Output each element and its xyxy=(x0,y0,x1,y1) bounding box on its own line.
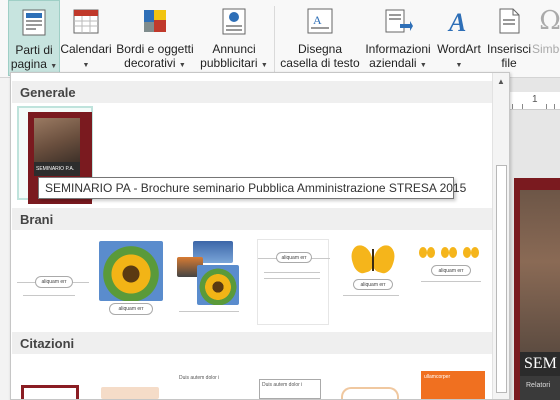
sunflower-image xyxy=(197,265,239,305)
ribbon-separator xyxy=(274,6,275,72)
category-header-brani: Brani xyxy=(12,208,492,230)
thumb-pill: aliquam err xyxy=(431,265,471,276)
butterfly-image xyxy=(419,247,435,259)
insert-file-icon xyxy=(499,8,520,34)
chevron-down-icon: ▼ xyxy=(82,62,90,69)
gallery-item-citazione[interactable] xyxy=(21,385,79,399)
info-line2: aziendali xyxy=(369,56,417,70)
citazione-text: ullamcorper xyxy=(424,374,451,380)
gallery-item-citazione[interactable]: Duis autem dolor i xyxy=(179,375,241,399)
chevron-down-icon: ▼ xyxy=(50,63,58,70)
citazione-text: Duis autem dolor i xyxy=(262,382,303,388)
ruler-tick xyxy=(512,104,513,109)
chevron-down-icon: ▼ xyxy=(260,62,268,69)
casella-line2: casella di testo xyxy=(280,56,360,70)
page-parts-gallery[interactable]: Generale SEMINARIO P.A. Brani aliquam er… xyxy=(10,72,510,400)
gallery-item-citazione[interactable] xyxy=(101,387,159,399)
seminario-photo xyxy=(34,118,80,162)
scroll-up-arrow-icon[interactable]: ▲ xyxy=(495,76,507,88)
gallery-item-brano[interactable]: aliquam err xyxy=(417,239,489,325)
inserisci-file-button[interactable]: Inserisci file xyxy=(484,0,534,76)
gallery-item-brano[interactable]: aliquam err xyxy=(97,239,169,325)
category-header-citazioni: Citazioni xyxy=(12,332,492,354)
svg-text:A: A xyxy=(447,8,466,36)
thumb-line xyxy=(421,281,481,282)
inserisci-line1: Inserisci xyxy=(486,42,531,56)
chevron-down-icon: ▼ xyxy=(178,62,186,69)
wordart-button[interactable]: A WordArt ▼ xyxy=(434,0,484,76)
advertisement-icon xyxy=(222,8,246,35)
gallery-item-brano[interactable]: aliquam err xyxy=(257,239,330,325)
business-info-icon xyxy=(385,9,413,33)
ruler-tick xyxy=(554,104,555,109)
gallery-item-brano[interactable]: aliquam err xyxy=(337,239,409,325)
annunci-button[interactable]: Annunci pubblicitari ▼ xyxy=(198,0,270,76)
ruler: 1 xyxy=(508,92,560,110)
thumb-line xyxy=(264,272,320,273)
wordart-label: WordArt xyxy=(437,42,481,56)
parti-line1: Parti di xyxy=(15,43,53,57)
calendari-label: Calendari xyxy=(60,42,112,56)
document-title: SEM xyxy=(520,352,560,376)
parti-line2: pagina xyxy=(10,57,47,71)
page-parts-icon xyxy=(22,9,46,36)
thumb-pill: aliquam err xyxy=(276,252,312,263)
sunflower-image xyxy=(99,241,163,301)
info-line1: Informazioni xyxy=(365,42,431,56)
butterfly-image xyxy=(441,247,457,259)
parti-di-pagina-button[interactable]: Parti di pagina ▼ xyxy=(8,0,60,76)
gallery-item-brano[interactable]: aliquam err xyxy=(17,239,89,325)
butterfly-image xyxy=(463,247,479,259)
document-cover-photo xyxy=(520,190,560,370)
ribbon: Parti di pagina ▼ Calendari ▼ Bordi e ogge… xyxy=(0,0,560,78)
chevron-down-icon: ▼ xyxy=(419,62,427,69)
inserisci-line2: file xyxy=(501,56,517,70)
chevron-down-icon: ▼ xyxy=(455,62,463,69)
document-subtitle: Relatori xyxy=(520,376,560,400)
gallery-item-citazione[interactable]: ullamcorper xyxy=(421,371,485,399)
document-area: 1 SEM Relatori xyxy=(508,78,560,400)
annunci-line2: pubblicitari xyxy=(200,56,258,70)
bordi-line1: Bordi e oggetti xyxy=(116,42,194,56)
gallery-item-brano[interactable] xyxy=(177,239,249,325)
informazioni-aziendali-button[interactable]: Informazioni aziendali ▼ xyxy=(362,0,434,76)
thumb-pill: aliquam err xyxy=(35,276,73,288)
thumb-pill: aliquam err xyxy=(353,279,393,290)
tooltip: SEMINARIO PA - Brochure seminario Pubbli… xyxy=(38,177,466,199)
seminario-title: SEMINARIO P.A. xyxy=(34,162,80,176)
annunci-line1: Annunci xyxy=(212,42,256,56)
calendar-icon xyxy=(73,9,99,34)
butterfly-image xyxy=(348,242,398,276)
disegna-casella-button[interactable]: A Disegna casella di testo xyxy=(278,0,362,76)
bordi-button[interactable]: Bordi e oggetti decorativi ▼ xyxy=(112,0,198,76)
category-header-generale: Generale xyxy=(12,81,492,103)
thumb-line xyxy=(264,278,320,279)
simbolo-label: Simbo xyxy=(532,42,560,56)
svg-text:A: A xyxy=(313,13,322,27)
wordart-icon: A xyxy=(447,8,466,36)
thumb-pill: aliquam err xyxy=(109,303,153,315)
gallery-item-citazione[interactable]: Duis autem dolor i xyxy=(259,379,321,399)
ruler-tick xyxy=(546,104,547,109)
borders-icon xyxy=(144,10,166,32)
document-page[interactable]: SEM Relatori xyxy=(514,178,560,400)
ruler-tick xyxy=(522,104,523,109)
gallery-item-citazione[interactable] xyxy=(341,387,399,399)
thumb-line xyxy=(23,295,75,296)
calendari-button[interactable]: Calendari ▼ xyxy=(60,0,112,76)
text-box-icon: A xyxy=(307,8,333,34)
scrollbar-thumb[interactable] xyxy=(496,165,507,393)
casella-line1: Disegna xyxy=(297,42,343,56)
bordi-line2: decorativi xyxy=(124,56,176,70)
symbol-icon: Ω xyxy=(539,6,560,36)
citazione-text: Duis autem dolor i xyxy=(179,375,220,381)
gallery-scrollbar[interactable]: ▲ xyxy=(492,73,509,399)
thumb-line xyxy=(179,311,239,312)
simbolo-button[interactable]: Ω Simbo xyxy=(530,0,560,76)
ruler-number: 1 xyxy=(532,94,538,105)
thumb-line xyxy=(343,295,399,296)
